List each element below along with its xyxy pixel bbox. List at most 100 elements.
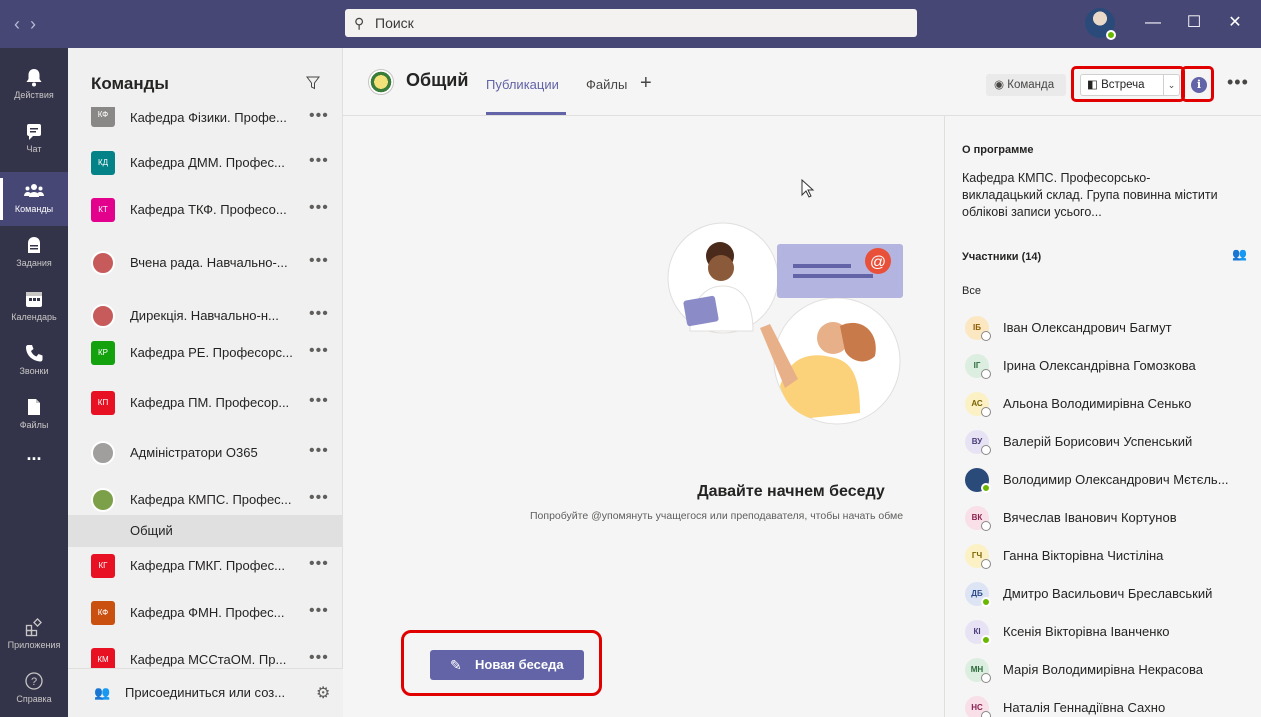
member-name: Наталія Геннадіївна Сахно: [1003, 700, 1166, 715]
member-row[interactable]: ВУ Валерій Борисович Успенський: [945, 427, 1261, 465]
about-text: Кафедра КМПС. Професорсько-викладацький …: [962, 171, 1218, 219]
details-panel: О программе Кафедра КМПС. Професорсько-в…: [944, 116, 1261, 717]
chevron-down-icon[interactable]: ⌄: [1164, 74, 1180, 96]
member-row[interactable]: ВК Вячеслав Іванович Кортунов: [945, 503, 1261, 541]
rail-item-calendar[interactable]: Календарь: [0, 280, 68, 334]
teams-panel: Команды КФ Кафедра Фізики. Профе... ••• …: [68, 48, 343, 717]
rail-label: Команды: [14, 204, 54, 214]
team-avatar: КФ: [91, 601, 115, 625]
member-row[interactable]: ДБ Дмитро Васильович Бреславський: [945, 579, 1261, 617]
more-options-icon[interactable]: •••: [309, 392, 329, 410]
team-row[interactable]: КД Кафедра ДММ. Профес... •••: [68, 143, 343, 185]
member-row[interactable]: НС Наталія Геннадіївна Сахно: [945, 693, 1261, 717]
member-row[interactable]: Володимир Олександрович Мєтєль...: [945, 465, 1261, 503]
channel-title: Общий: [406, 70, 469, 90]
more-options-icon[interactable]: •••: [309, 602, 329, 620]
team-button[interactable]: ◉ Команда: [986, 74, 1066, 96]
more-options-icon[interactable]: •••: [309, 199, 329, 217]
team-name: Дирекція. Навчально-н...: [130, 308, 279, 323]
panel-title: Команды: [91, 74, 169, 93]
rail-item-chat[interactable]: Чат: [0, 112, 68, 166]
rail-more-icon[interactable]: ...: [0, 444, 68, 474]
more-options-icon[interactable]: •••: [309, 555, 329, 573]
forward-arrow-icon[interactable]: ›: [30, 14, 46, 34]
filter-icon[interactable]: [306, 76, 320, 90]
rail-item-assignments[interactable]: Задания: [0, 226, 68, 280]
member-name: Ірина Олександрівна Гомозкова: [1003, 358, 1196, 373]
team-name: Кафедра ФМН. Профес...: [130, 605, 285, 620]
minimize-icon[interactable]: —: [1142, 12, 1164, 34]
team-avatar: КР: [91, 341, 115, 365]
team-avatar: [91, 251, 115, 275]
team-avatar: [91, 304, 115, 328]
member-row[interactable]: КІ Ксенія Вікторівна Іванченко: [945, 617, 1261, 655]
tab-posts[interactable]: Публикации: [486, 77, 559, 92]
team-avatar: КГ: [91, 554, 115, 578]
member-name: Ганна Вікторівна Чистіліна: [1003, 548, 1164, 563]
team-row[interactable]: КР Кафедра РЕ. Професорс... •••: [68, 333, 343, 375]
team-row[interactable]: КТ Кафедра ТКФ. Професо... •••: [68, 190, 343, 232]
gear-icon[interactable]: ⚙: [316, 683, 330, 703]
team-row[interactable]: Вчена рада. Навчально-... •••: [68, 243, 343, 285]
search-input[interactable]: ⚲ Поиск: [345, 9, 917, 37]
more-options-icon[interactable]: •••: [309, 305, 329, 323]
channel-name: Общий: [130, 523, 173, 538]
back-arrow-icon[interactable]: ‹: [14, 14, 30, 34]
close-icon[interactable]: ✕: [1224, 12, 1246, 34]
team-row[interactable]: Дирекція. Навчально-н... •••: [68, 296, 343, 338]
rail-item-help[interactable]: ? Справка: [0, 662, 68, 716]
meet-highlight: ◧ Встреча ⌄: [1071, 66, 1185, 102]
chat-icon: [27, 124, 41, 140]
more-options-icon[interactable]: •••: [309, 342, 329, 360]
meet-button[interactable]: ◧ Встреча: [1080, 74, 1164, 96]
rail-item-apps[interactable]: Приложения: [0, 608, 68, 662]
rail-item-files[interactable]: Файлы: [0, 388, 68, 442]
svg-text:?: ?: [31, 676, 37, 688]
team-name: Адміністратори O365: [130, 445, 258, 460]
team-avatar: [91, 488, 115, 512]
member-row[interactable]: ГЧ Ганна Вікторівна Чистіліна: [945, 541, 1261, 579]
member-name: Володимир Олександрович Мєтєль...: [1003, 472, 1229, 487]
more-options-icon[interactable]: •••: [309, 649, 329, 667]
member-row[interactable]: ІБ Іван Олександрович Багмут: [945, 313, 1261, 351]
team-button-label: Команда: [1007, 79, 1055, 91]
rail-item-activity[interactable]: Действия: [0, 58, 68, 112]
add-tab-icon[interactable]: +: [640, 72, 652, 95]
rail-label: Звонки: [19, 366, 49, 376]
team-avatar: КД: [91, 151, 115, 175]
more-options-icon[interactable]: •••: [309, 442, 329, 460]
team-row[interactable]: КФ Кафедра Фізики. Профе... •••: [68, 107, 343, 131]
search-placeholder: Поиск: [375, 15, 414, 31]
rail-label: Файлы: [19, 420, 49, 430]
team-row[interactable]: КП Кафедра ПМ. Професор... •••: [68, 383, 343, 425]
active-tab-indicator: [486, 112, 566, 115]
more-options-icon[interactable]: •••: [309, 152, 329, 170]
more-options-icon[interactable]: •••: [1227, 72, 1249, 93]
conversation-area: @ Давайте начнем беседу Попробуйте @упом…: [343, 116, 944, 717]
maximize-icon[interactable]: ☐: [1183, 12, 1205, 34]
team-row[interactable]: Адміністратори O365 •••: [68, 433, 343, 475]
member-row[interactable]: АС Альона Володимирівна Сенько: [945, 389, 1261, 427]
more-options-icon[interactable]: •••: [309, 107, 329, 125]
presence-offline-icon: [981, 445, 991, 455]
member-row[interactable]: МН Марія Володимирівна Некрасова: [945, 655, 1261, 693]
bell-icon: [26, 69, 42, 87]
tab-files[interactable]: Файлы: [586, 77, 627, 92]
team-row[interactable]: КФ Кафедра ФМН. Профес... •••: [68, 593, 343, 635]
more-options-icon[interactable]: •••: [309, 489, 329, 507]
info-icon[interactable]: i: [1191, 77, 1207, 93]
new-conversation-button[interactable]: ✎ Новая беседа: [430, 650, 584, 680]
add-member-icon[interactable]: 👥: [1232, 247, 1247, 261]
rail-item-teams[interactable]: Команды: [0, 172, 68, 226]
channel-item-general[interactable]: Общий: [68, 515, 343, 547]
rail-item-calls[interactable]: Звонки: [0, 334, 68, 388]
more-options-icon[interactable]: •••: [309, 252, 329, 270]
team-row[interactable]: КГ Кафедра ГМКГ. Профес... •••: [68, 546, 343, 588]
member-row[interactable]: ІГ Ірина Олександрівна Гомозкова: [945, 351, 1261, 389]
rail-label: Действия: [14, 90, 54, 100]
team-row[interactable]: КМ Кафедра МССтаОМ. Пр... •••: [68, 640, 343, 668]
info-highlight: i: [1181, 66, 1214, 102]
assignments-icon: [28, 237, 40, 253]
join-or-create-team[interactable]: 👥 Присоединиться или соз... ⚙: [68, 668, 343, 717]
calendar-icon: [26, 292, 42, 307]
